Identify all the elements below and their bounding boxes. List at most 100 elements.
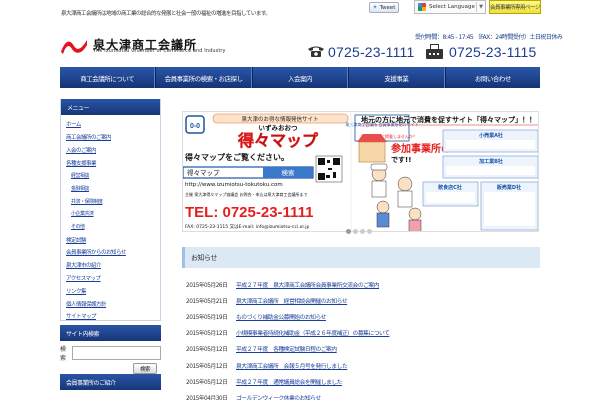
search-label: 検索 bbox=[60, 346, 66, 362]
sidebar-menu-label: 各種支援事業 bbox=[66, 160, 97, 167]
svg-text:地元の方に地元で消費を促すサイト「得々マップ」！！: 地元の方に地元で消費を促すサイト「得々マップ」！！ bbox=[361, 115, 536, 124]
sidebar-menu-label: 個人情報保護方針 bbox=[66, 301, 107, 308]
news-date: 2015年05月12日 bbox=[186, 379, 228, 386]
google-translate-icon bbox=[418, 3, 426, 11]
svg-text:http://www.izumiotsu-tokutoku.: http://www.izumiotsu-tokutoku.com bbox=[185, 182, 283, 188]
nav-member-search[interactable]: 会員事業所の検索・お店探し bbox=[155, 67, 252, 88]
language-label: Select Language bbox=[429, 4, 475, 10]
news-item: 2015年05月12日 泉大津商工会議所 会報５月号を発行しました bbox=[186, 357, 540, 373]
nav-membership[interactable]: 入会案内 bbox=[251, 67, 349, 88]
language-divider bbox=[476, 2, 477, 12]
fax-number: 0725-23-1115 bbox=[449, 44, 537, 60]
sidebar-menu-item[interactable]: 入会のご案内 bbox=[61, 144, 160, 157]
sidebar-menu-label: サイトマップ bbox=[66, 314, 97, 321]
svg-text:TEL: 0725-23-1111: TEL: 0725-23-1111 bbox=[185, 204, 313, 221]
main-nav: 商工会議所について 会員事業所の検索・お店探し 入会案内 支援事業 お問い合わせ bbox=[60, 67, 541, 88]
sidebar-menu-item[interactable]: 泉大津市の紹介 bbox=[61, 259, 160, 272]
sidebar-menu-item[interactable]: 小企業共済 bbox=[61, 208, 160, 221]
sidebar-menu-label: 共済・保険制度 bbox=[71, 198, 103, 205]
chevron-down-icon: ▼ bbox=[479, 4, 483, 10]
sidebar-menu-label: ホーム bbox=[66, 122, 81, 129]
tweet-button[interactable]: ✦ Tweet bbox=[369, 2, 399, 13]
nav-about[interactable]: 商工会議所について bbox=[60, 67, 156, 88]
sidebar-menu-item[interactable]: ホーム bbox=[61, 118, 160, 131]
svg-text:検索: 検索 bbox=[282, 168, 296, 177]
carousel-dot-2[interactable] bbox=[353, 229, 358, 234]
sidebar-menu-item[interactable]: 金融相談 bbox=[61, 182, 160, 195]
sidebar-menu-item[interactable]: 各種支援事業 bbox=[61, 156, 160, 169]
sidebar-menu-item[interactable]: その他 bbox=[61, 220, 160, 233]
sidebar-menu-item[interactable]: リンク集 bbox=[61, 284, 160, 297]
sidebar-menu-item[interactable]: 商工会議所のご案内 bbox=[61, 131, 160, 144]
news-date: 2015年05月12日 bbox=[186, 331, 228, 338]
news-link[interactable]: 泉大津商工会議所 経営相談会開催のお知らせ bbox=[236, 296, 348, 305]
sidebar-menu-label: 経営相談 bbox=[71, 173, 90, 180]
sidebar-menu-item[interactable]: 検定試験 bbox=[61, 233, 160, 246]
svg-text:小売業A社: 小売業A社 bbox=[479, 132, 503, 139]
news-link[interactable]: 泉大津商工会議所 会報５月号を発行しました bbox=[236, 361, 348, 370]
svg-text:加工業B社: 加工業B社 bbox=[478, 158, 503, 165]
members-page-button[interactable]: 会員事業所専用ページ bbox=[489, 0, 541, 14]
news-date: 2015年05月26日 bbox=[186, 282, 228, 289]
sidebar-menu-label: 検定試験 bbox=[66, 237, 87, 244]
telephone-number[interactable]: 0725-23-1111 bbox=[328, 44, 414, 60]
sidebar-menu: メニュー ホーム商工会議所のご案内 入会のご案内 各種支援事業 経営相談金融相談共済・… bbox=[60, 99, 161, 321]
twitter-bird-icon: ✦ bbox=[372, 4, 378, 11]
news-list: 2015年05月26日 平成２７年度 泉大津商工会議所会員事業所交流会のご案内 20… bbox=[186, 276, 540, 400]
nav-support[interactable]: 支援事業 bbox=[348, 67, 445, 88]
news-item: 2015年05月12日 平成２７年度 通常議員総会を開催しました bbox=[186, 373, 540, 389]
carousel-dot-4[interactable] bbox=[367, 229, 372, 234]
carousel-dots bbox=[346, 229, 372, 234]
news-date: 2015年05月12日 bbox=[186, 363, 228, 370]
site-tagline: 泉大津商工会議所は地域の商工業の総合的な発展と社会一般の福祉の増進を目指していま… bbox=[61, 11, 271, 17]
svg-text:販売業D社: 販売業D社 bbox=[497, 184, 521, 191]
fax-icon bbox=[426, 44, 443, 59]
sidebar-menu-item[interactable]: 会員事業所からのお知らせ bbox=[61, 246, 160, 259]
search-input[interactable] bbox=[72, 346, 161, 360]
sidebar-menu-item[interactable]: 経営相談 bbox=[61, 169, 160, 182]
search-button[interactable]: 検索 bbox=[133, 363, 157, 374]
sidebar-menu-item[interactable]: サイトマップ bbox=[61, 310, 160, 323]
news-link[interactable]: 平成２７年度 通常議員総会を開催しました bbox=[236, 377, 342, 386]
sidebar-menu-label: リンク集 bbox=[66, 288, 87, 295]
carousel-dot-1[interactable] bbox=[346, 229, 351, 234]
member-intro-panel: 会員事業所のご紹介 bbox=[60, 374, 161, 400]
business-hours: 受付時間：8:45 - 17:45 （FAX：24時間受付）土日祝日休み bbox=[415, 34, 563, 41]
sidebar-menu-item[interactable]: 共済・保険制度 bbox=[61, 195, 160, 208]
language-select[interactable]: Select Language ▼ bbox=[414, 0, 486, 14]
news-link[interactable]: 平成２７年度 各種検定試験日程のご案内 bbox=[236, 344, 337, 353]
sidebar-menu-title: メニュー bbox=[61, 99, 160, 115]
svg-text:0-0: 0-0 bbox=[190, 123, 200, 130]
sidebar-menu-label: その他 bbox=[71, 224, 85, 231]
qr-code bbox=[315, 155, 343, 183]
svg-text:主催 泉大津得々マップ協議会 お問合・申込は泉大津商工会議所: 主催 泉大津得々マップ協議会 お問合・申込は泉大津商工会議所まで bbox=[185, 191, 308, 197]
news-link[interactable]: ゴールデンウィーク休業のお知らせ bbox=[236, 393, 321, 400]
news-item: 2015年05月12日 平成２７年度 各種検定試験日程のご案内 bbox=[186, 341, 540, 357]
shop-illustration bbox=[357, 134, 387, 163]
svg-text:FAX: 0725-23-1115 又はE-mail: in: FAX: 0725-23-1115 又はE-mail: info@izumiot… bbox=[185, 223, 310, 230]
svg-text:得々マップ: 得々マップ bbox=[187, 168, 220, 177]
svg-text:泉大津のお得な情報発信サイト: 泉大津のお得な情報発信サイト bbox=[241, 115, 318, 123]
news-link[interactable]: 小規模事業者持続化補助金（平成２６年度補正）の募集について bbox=[236, 328, 390, 337]
sidebar-menu-label: 入会のご案内 bbox=[66, 147, 97, 154]
carousel-dot-3[interactable] bbox=[360, 229, 365, 234]
sidebar-menu-label: アクセスマップ bbox=[66, 275, 101, 282]
sidebar-menu-label: 商工会議所のご案内 bbox=[66, 135, 112, 142]
news-item: 2015年05月12日 小規模事業者持続化補助金（平成２６年度補正）の募集について bbox=[186, 325, 540, 341]
nav-contact[interactable]: お問い合わせ bbox=[444, 67, 541, 88]
telephone-icon bbox=[308, 46, 324, 57]
tweet-label: Tweet bbox=[379, 4, 396, 11]
sidebar-menu-label: 泉大津市の紹介 bbox=[66, 263, 102, 270]
news-date: 2015年05月19日 bbox=[186, 314, 228, 321]
chamber-logo-icon[interactable] bbox=[60, 36, 88, 56]
news-link[interactable]: 平成２７年度 泉大津商工会議所会員事業所交流会のご案内 bbox=[236, 280, 380, 289]
site-search-title: サイト内検索 bbox=[60, 325, 161, 341]
news-link[interactable]: ものづくり補助金公募開始のお知らせ bbox=[236, 312, 326, 321]
sidebar-menu-item[interactable]: 個人情報保護方針 bbox=[61, 297, 160, 310]
sidebar-menu-item[interactable]: アクセスマップ bbox=[61, 272, 160, 285]
member-intro-title: 会員事業所のご紹介 bbox=[60, 374, 161, 390]
svg-text:飲食店C社: 飲食店C社 bbox=[437, 184, 462, 191]
news-item: 2015年04月30日 ゴールデンウィーク休業のお知らせ bbox=[186, 389, 540, 400]
promo-banner[interactable]: 0-0 泉大津のお得な情報発信サイト いずみおおつ 得々マップ 泉大津商工会議所… bbox=[182, 111, 539, 232]
svg-text:です!!: です!! bbox=[391, 156, 411, 164]
